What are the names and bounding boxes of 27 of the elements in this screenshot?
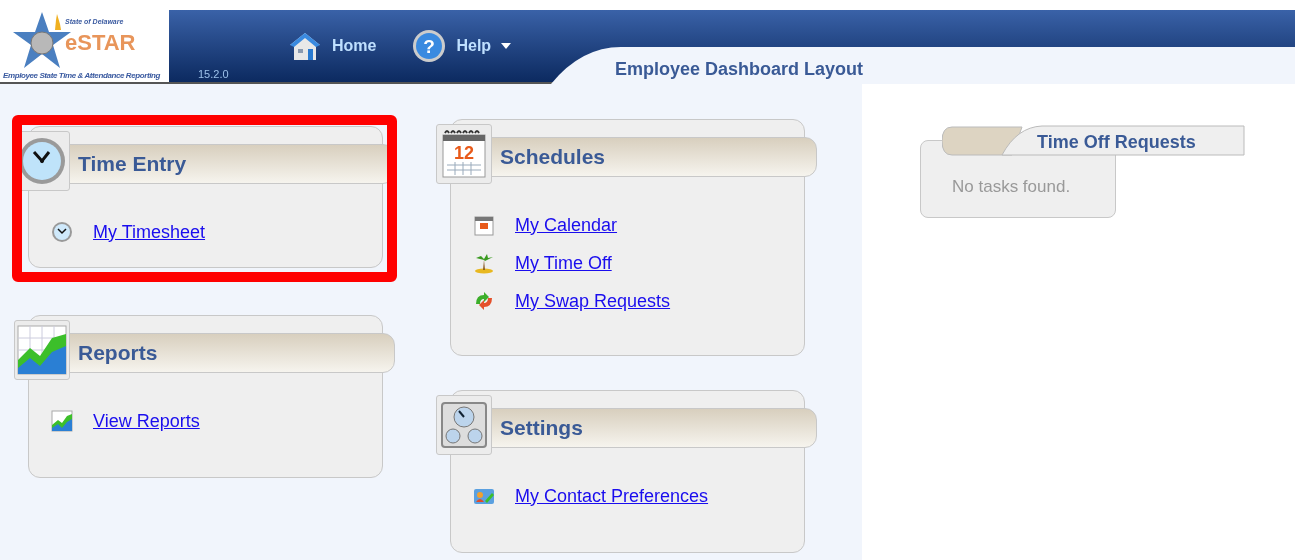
card-title: Time Entry (78, 151, 187, 178)
card-link[interactable]: My Timesheet (93, 218, 206, 246)
card-title: Settings (500, 415, 583, 442)
logo-name: eSTAR (65, 32, 136, 54)
home-icon (288, 31, 322, 61)
nav-button[interactable]: Home (288, 31, 377, 61)
page-title: Employee Dashboard Layout (615, 58, 864, 81)
logo-tagline: Employee State Time & Attendance Reporting (3, 70, 160, 82)
panel-title: Time Off Requests (1037, 131, 1196, 154)
card-link[interactable]: My Calendar (515, 211, 618, 239)
card-link[interactable]: My Swap Requests (515, 287, 671, 315)
version-label: 15.2.0 (198, 67, 229, 82)
palm-tree-icon (473, 252, 495, 274)
line-chart-icon (51, 410, 73, 432)
clock-icon (51, 221, 73, 243)
help-icon: ? (412, 29, 447, 63)
card-link[interactable]: My Contact Preferences (515, 482, 709, 510)
card-title: Reports (78, 340, 158, 367)
card-link[interactable]: View Reports (93, 407, 200, 435)
swap-arrows-icon (473, 290, 495, 312)
calendar-icon (473, 214, 495, 236)
caret-icon (501, 43, 512, 49)
gauges-icon (441, 402, 487, 448)
card-title: Schedules (500, 144, 606, 171)
nav-button[interactable]: ? Help (412, 29, 512, 63)
card-link[interactable]: My Time Off (515, 249, 612, 277)
empty-message: No tasks found. (952, 176, 1071, 198)
